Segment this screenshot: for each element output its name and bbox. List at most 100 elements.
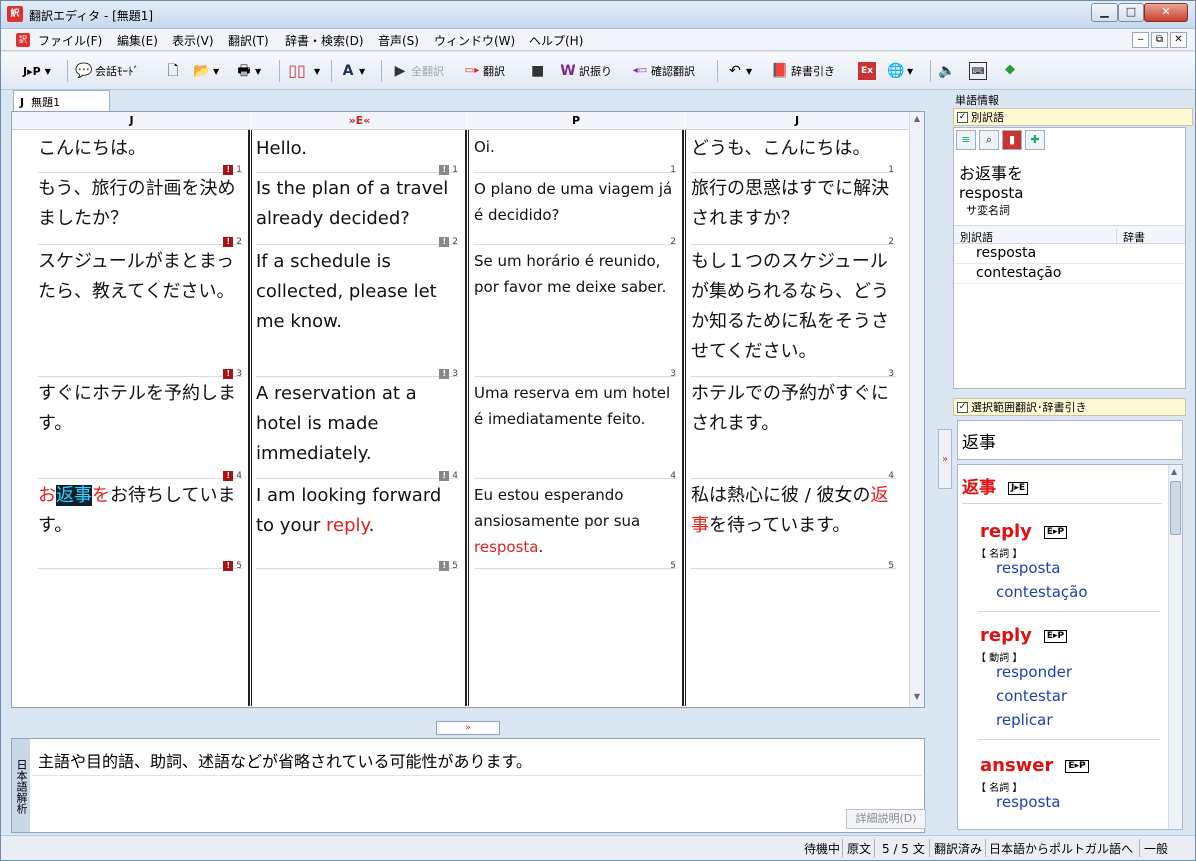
column-divider[interactable]	[682, 130, 686, 706]
menu-translate[interactable]: 翻訳(T)	[228, 32, 269, 49]
back-translation[interactable]: もし１つのスケジュールが集められるなら、どうか知るために私をそうさせてください。	[687, 247, 902, 367]
column-header-portuguese[interactable]: P	[468, 112, 684, 130]
column-header-japanese[interactable]: J	[12, 112, 251, 130]
table-row[interactable]: resposta	[954, 244, 1185, 264]
source-sentence[interactable]: すぐにホテルを予約します。	[34, 379, 244, 439]
open-button[interactable]: 📂 ▼	[193, 60, 219, 82]
dictionary-lookup-button[interactable]: 📕 辞書引き	[771, 60, 835, 82]
word-panel-title: 単語情報	[953, 90, 1193, 108]
english-sentence[interactable]: A reservation at a hotel is made immedia…	[252, 379, 462, 469]
detail-button[interactable]: 詳細説明(D)	[846, 809, 926, 829]
source-sentence[interactable]: スケジュールがまとまったら、教えてください。	[34, 247, 244, 307]
dict-entry-word: reply E▸P	[980, 521, 1068, 542]
menu-edit[interactable]: 編集(E)	[117, 32, 158, 49]
english-sentence[interactable]: If a schedule is collected, please let m…	[252, 247, 462, 337]
scroll-thumb[interactable]	[1170, 481, 1181, 535]
side-panel-toggle[interactable]: »	[938, 429, 952, 489]
dictionary-results[interactable]: 返事 J▸E reply E▸P 【 名詞 】 resposta contestaç…	[957, 464, 1183, 830]
keyboard-button[interactable]: ⌨	[969, 60, 989, 82]
magnifier-icon[interactable]: ⌕	[979, 130, 999, 150]
alternatives-checkbox-row[interactable]: ✓ 別訳語	[953, 108, 1193, 126]
dictionary-icon[interactable]: ▮	[1002, 130, 1022, 150]
menu-voice[interactable]: 音声(S)	[378, 32, 419, 49]
column-divider[interactable]	[465, 130, 469, 706]
column-header-dictionary[interactable]: 辞書	[1116, 229, 1145, 245]
dict-translation[interactable]: resposta	[996, 793, 1060, 811]
speak-button[interactable]: 🔈	[938, 60, 958, 82]
print-button[interactable]: 🖶 ▼	[235, 60, 261, 82]
translation-editor[interactable]: J »E« P J こんにちは。 Hello. Oi. どうも、こんにちは。 !…	[11, 111, 925, 708]
tab-prefix: J	[20, 96, 25, 109]
conversation-mode-button[interactable]: 💬 会話ﾓｰﾄﾞ	[75, 60, 139, 82]
back-translation[interactable]: 旅行の思惑はすでに解決されますか？	[687, 174, 902, 234]
scroll-up-icon[interactable]: ▲	[912, 114, 922, 123]
font-size-icon: A	[342, 63, 354, 79]
mdi-close-button[interactable]: ✕	[1170, 32, 1187, 48]
translate-all-button[interactable]: ▶ 全翻訳	[391, 60, 444, 82]
checkbox-icon[interactable]: ✓	[957, 401, 968, 413]
beginner-mode-button[interactable]: ⯁	[1001, 60, 1021, 82]
language-pair-label: J▸P	[23, 64, 41, 78]
source-sentence[interactable]: もう、旅行の計画を決めましたか？	[34, 174, 244, 234]
dict-translation[interactable]: replicar	[996, 711, 1053, 729]
language-pair-button[interactable]: J▸P ▼	[23, 60, 51, 82]
english-sentence[interactable]: Is the plan of a travel already decided?	[252, 174, 462, 234]
dict-translation[interactable]: resposta	[996, 559, 1060, 577]
check-translate-button[interactable]: ◂▭ 確認翻訳	[631, 60, 695, 82]
column-header-english[interactable]: »E«	[252, 112, 467, 130]
panel-splitter[interactable]: »	[436, 721, 500, 735]
tab-document[interactable]: J 無題1	[13, 90, 110, 111]
menu-window[interactable]: ウィンドウ(W)	[434, 32, 515, 49]
printer-icon: 🖶	[237, 63, 251, 79]
menu-dictionary[interactable]: 辞書・検索(D)	[285, 32, 364, 49]
info-icon: !	[439, 369, 450, 379]
dict-translation[interactable]: responder	[996, 663, 1072, 681]
maximize-button[interactable]: □	[1118, 3, 1144, 22]
checkbox-icon[interactable]: ✓	[957, 111, 968, 123]
document-icon[interactable]: 訳	[16, 33, 30, 47]
close-button[interactable]: ✕	[1144, 3, 1188, 22]
column-header-japanese-back[interactable]: J	[685, 112, 909, 130]
portuguese-sentence[interactable]: Se um horário é reunido, por favor me de…	[470, 248, 680, 300]
column-header-alternative[interactable]: 別訳語	[960, 229, 993, 245]
mdi-restore-button[interactable]: ⧉	[1151, 32, 1168, 48]
layout-button[interactable]: ▯▯ ▼	[288, 60, 320, 82]
selection-checkbox-row[interactable]: ✓ 選択範囲翻訳･辞書引き	[953, 398, 1186, 416]
selected-word[interactable]: 返事	[56, 485, 92, 506]
undo-button[interactable]: ↶ ▼	[726, 60, 752, 82]
portuguese-sentence[interactable]: Eu estou esperando ansiosamente por sua …	[470, 482, 680, 560]
stop-button[interactable]: ■	[531, 60, 544, 82]
scroll-up-icon[interactable]: ▲	[1171, 467, 1177, 476]
editor-scrollbar[interactable]: ▲ ▼	[909, 112, 924, 707]
dict-translation[interactable]: contestação	[996, 583, 1088, 601]
back-translation[interactable]: ホテルでの予約がすぐにされます。	[687, 379, 902, 439]
dictionary-scrollbar[interactable]: ▲	[1168, 465, 1182, 829]
ex-dictionary-button[interactable]: Ex	[858, 60, 878, 82]
english-sentence[interactable]: I am looking forward to your reply.	[252, 481, 462, 541]
table-row[interactable]: contestação	[954, 264, 1185, 284]
english-sentence[interactable]: Hello.	[252, 134, 462, 164]
source-sentence[interactable]: こんにちは。	[34, 134, 244, 164]
portuguese-sentence[interactable]: Uma reserva em um hotel é imediatamente …	[470, 380, 680, 432]
back-translation[interactable]: 私は熱心に彼 / 彼女の返事を待っています。	[687, 481, 902, 541]
scroll-down-icon[interactable]: ▼	[912, 692, 922, 701]
translate-button[interactable]: ▭▸ 翻訳	[463, 60, 505, 82]
dict-translation[interactable]: contestar	[996, 687, 1067, 705]
chevron-right-icon: »	[941, 454, 949, 465]
menu-file[interactable]: ファイル(F)	[38, 32, 102, 49]
portuguese-sentence[interactable]: O plano de uma viagem já é decidido?	[470, 176, 680, 228]
menu-help[interactable]: ヘルプ(H)	[529, 32, 583, 49]
add-word-icon[interactable]: ✚	[1025, 130, 1045, 150]
portuguese-sentence[interactable]: Oi.	[470, 134, 680, 160]
assign-translation-button[interactable]: W 訳振り	[559, 60, 612, 82]
web-search-button[interactable]: 🌐 ▼	[887, 60, 913, 82]
selected-text-box[interactable]: 返事	[957, 420, 1183, 460]
source-sentence[interactable]: お返事をお待ちしています。	[34, 481, 244, 541]
menu-view[interactable]: 表示(V)	[172, 32, 214, 49]
new-document-button[interactable]: 🗋	[164, 60, 184, 82]
mdi-minimize-button[interactable]: ‒	[1132, 32, 1149, 48]
minimize-button[interactable]: ▁	[1091, 3, 1118, 22]
align-icon[interactable]: ≡	[956, 130, 976, 150]
font-button[interactable]: A ▼	[339, 60, 366, 82]
back-translation[interactable]: どうも、こんにちは。	[687, 134, 902, 164]
